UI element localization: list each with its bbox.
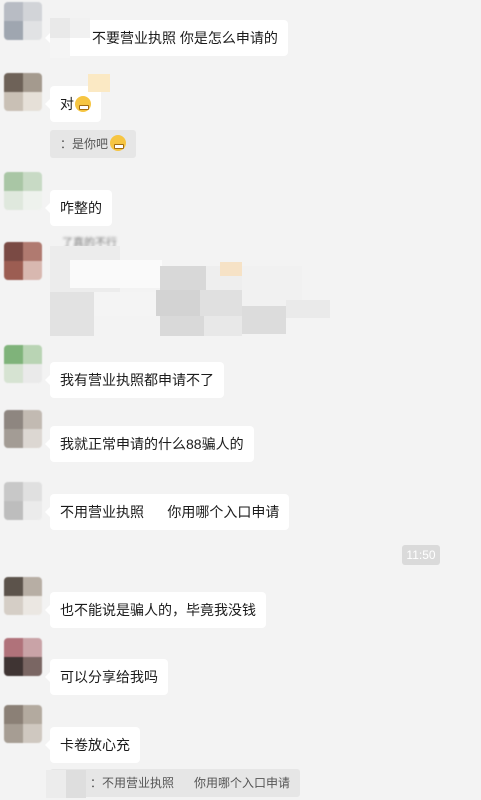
grimace-emoji-icon [75, 96, 91, 112]
message-text: 不用营业执照 你用哪个入口申请 [60, 504, 280, 520]
message-bubble[interactable]: 可以分享给我吗 [45, 659, 168, 695]
redaction-mosaic [46, 770, 86, 798]
message-text: 也不能说是骗人的，毕竟我没钱 [60, 602, 256, 618]
avatar[interactable] [4, 172, 42, 210]
message-bubble[interactable]: 也不能说是骗人的，毕竟我没钱 [45, 592, 266, 628]
message-text: 对 [60, 96, 74, 112]
quoted-message[interactable]: ：不用营业执照 你用哪个入口申请 [50, 769, 301, 797]
avatar[interactable] [4, 2, 42, 40]
avatar[interactable] [4, 638, 42, 676]
avatar[interactable] [4, 73, 42, 111]
avatar[interactable] [4, 242, 42, 280]
avatar[interactable] [4, 410, 42, 448]
message-bubble[interactable]: 我有营业执照都申请不了 [45, 362, 224, 398]
quote-text: ：不用营业执照 你用哪个入口申请 [90, 776, 291, 790]
quote-text: ：是你吧 [60, 137, 109, 151]
dizzy-emoji-icon [110, 135, 127, 151]
avatar[interactable] [4, 705, 42, 743]
quoted-message[interactable]: ：是你吧 [50, 130, 137, 158]
redaction-mosaic [50, 18, 90, 58]
redaction-mosaic [50, 246, 330, 338]
message-text: 可以分享给我吗 [60, 669, 158, 685]
message-bubble[interactable]: 咋整的 [45, 190, 112, 226]
message-bubble[interactable]: 我就正常申请的什么88骗人的 [45, 426, 254, 462]
avatar[interactable] [4, 345, 42, 383]
timestamp: 11:50 [402, 545, 440, 565]
message-bubble[interactable]: 不用营业执照 你用哪个入口申请 [44, 494, 290, 530]
message-text: 卡卷放心充 [60, 737, 130, 753]
message-text: 我就正常申请的什么88骗人的 [60, 436, 244, 452]
message-text: 咋整的 [60, 200, 102, 216]
redaction-mosaic [88, 74, 110, 92]
message-bubble[interactable]: 卡卷放心充 [45, 727, 140, 763]
message-text: 不要营业执照 你是怎么申请的 [92, 30, 278, 46]
message-text: 我有营业执照都申请不了 [60, 372, 214, 388]
avatar[interactable] [4, 482, 42, 520]
avatar[interactable] [4, 577, 42, 615]
